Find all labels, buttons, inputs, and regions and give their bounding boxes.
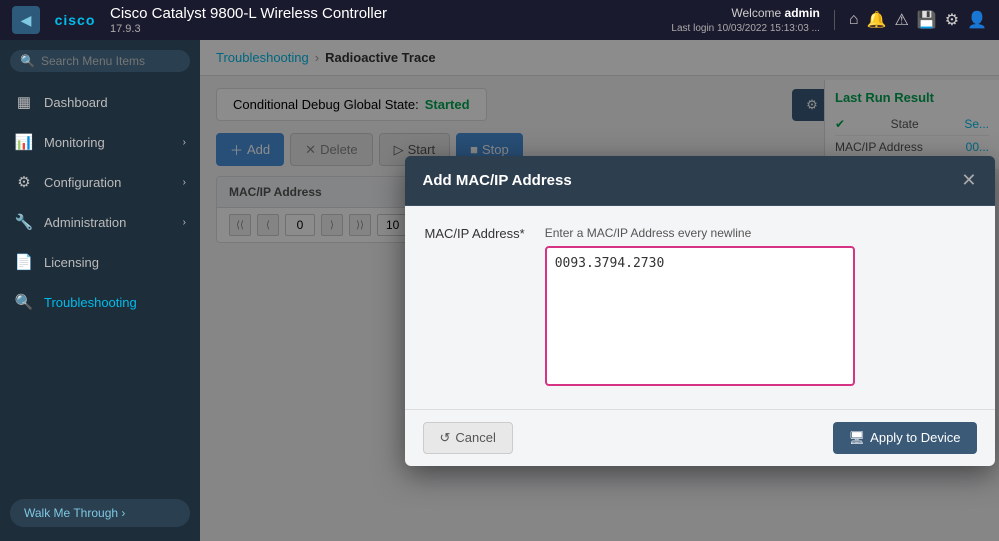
gear-icon[interactable]: ⚙ bbox=[945, 10, 959, 30]
search-box[interactable]: 🔍 bbox=[10, 50, 190, 72]
licensing-icon: 📄 bbox=[14, 253, 34, 271]
sidebar-item-label: Dashboard bbox=[44, 95, 108, 110]
monitoring-icon: 📊 bbox=[14, 133, 34, 151]
header-icons: ⌂ 🔔 ⚠ 💾 ⚙ 👤 bbox=[849, 10, 987, 30]
sidebar-item-troubleshooting[interactable]: 🔍 Troubleshooting bbox=[0, 282, 200, 322]
sidebar-item-dashboard[interactable]: ▦ Dashboard bbox=[0, 82, 200, 122]
cisco-logo-img: cisco bbox=[50, 8, 100, 32]
save-icon[interactable]: 💾 bbox=[917, 10, 937, 30]
modal-header: Add MAC/IP Address ✕ bbox=[405, 156, 995, 206]
header-right: Welcome admin Last login 10/03/2022 15:1… bbox=[671, 6, 987, 34]
cancel-button[interactable]: ↺ Cancel bbox=[423, 422, 513, 454]
app-header: ◀ cisco Cisco Catalyst 9800-L Wireless C… bbox=[0, 0, 999, 40]
sidebar-item-label: Administration bbox=[44, 215, 126, 230]
modal-close-button[interactable]: ✕ bbox=[961, 170, 976, 191]
chevron-right-icon: › bbox=[183, 217, 186, 228]
search-input[interactable] bbox=[41, 54, 171, 68]
chevron-right-icon: › bbox=[183, 177, 186, 188]
mac-address-textarea[interactable]: 0093.3794.2730 bbox=[545, 246, 855, 386]
sidebar: 🔍 ▦ Dashboard 📊 Monitoring › ⚙ Configura… bbox=[0, 40, 200, 541]
cisco-logo: cisco bbox=[50, 8, 100, 32]
configuration-icon: ⚙ bbox=[14, 173, 34, 191]
sidebar-item-administration[interactable]: 🔧 Administration › bbox=[0, 202, 200, 242]
apply-to-device-button[interactable]: 🖥 Apply to Device bbox=[833, 422, 977, 454]
walk-me-through-button[interactable]: Walk Me Through › bbox=[10, 499, 190, 527]
header-left: ◀ cisco Cisco Catalyst 9800-L Wireless C… bbox=[12, 5, 387, 35]
modal-label: MAC/IP Address* bbox=[425, 226, 525, 389]
header-divider bbox=[834, 10, 835, 30]
content-area: Troubleshooting › Radioactive Trace Cond… bbox=[200, 40, 999, 541]
home-icon[interactable]: ⌂ bbox=[849, 11, 859, 29]
modal-hint: Enter a MAC/IP Address every newline bbox=[545, 226, 855, 240]
administration-icon: 🔧 bbox=[14, 213, 34, 231]
sidebar-item-monitoring[interactable]: 📊 Monitoring › bbox=[0, 122, 200, 162]
main-layout: 🔍 ▦ Dashboard 📊 Monitoring › ⚙ Configura… bbox=[0, 40, 999, 541]
apply-icon: 🖥 bbox=[849, 430, 866, 446]
sidebar-item-licensing[interactable]: 📄 Licensing bbox=[0, 242, 200, 282]
sidebar-item-configuration[interactable]: ⚙ Configuration › bbox=[0, 162, 200, 202]
modal-title: Add MAC/IP Address bbox=[423, 172, 572, 189]
welcome-text: Welcome admin Last login 10/03/2022 15:1… bbox=[671, 6, 819, 34]
app-version: 17.9.3 bbox=[110, 23, 387, 35]
troubleshooting-icon: 🔍 bbox=[14, 293, 34, 311]
sidebar-item-label: Troubleshooting bbox=[44, 295, 137, 310]
header-title-block: Cisco Catalyst 9800-L Wireless Controlle… bbox=[110, 5, 387, 35]
warning-icon[interactable]: ⚠ bbox=[894, 10, 908, 30]
sidebar-item-label: Licensing bbox=[44, 255, 99, 270]
cisco-brand: cisco bbox=[55, 12, 96, 28]
chevron-right-icon: › bbox=[183, 137, 186, 148]
app-title: Cisco Catalyst 9800-L Wireless Controlle… bbox=[110, 5, 387, 22]
bell-icon[interactable]: 🔔 bbox=[867, 10, 887, 30]
cancel-icon: ↺ bbox=[440, 430, 451, 446]
search-icon: 🔍 bbox=[20, 54, 35, 68]
back-button[interactable]: ◀ bbox=[12, 6, 40, 34]
sidebar-item-label: Monitoring bbox=[44, 135, 105, 150]
modal-input-area: Enter a MAC/IP Address every newline 009… bbox=[545, 226, 855, 389]
modal-footer: ↺ Cancel 🖥 Apply to Device bbox=[405, 409, 995, 466]
user-icon[interactable]: 👤 bbox=[967, 10, 987, 30]
add-mac-modal: Add MAC/IP Address ✕ MAC/IP Address* Ent… bbox=[405, 156, 995, 466]
modal-overlay: Add MAC/IP Address ✕ MAC/IP Address* Ent… bbox=[200, 40, 999, 541]
sidebar-item-label: Configuration bbox=[44, 175, 121, 190]
dashboard-icon: ▦ bbox=[14, 93, 34, 111]
modal-body: MAC/IP Address* Enter a MAC/IP Address e… bbox=[405, 206, 995, 409]
